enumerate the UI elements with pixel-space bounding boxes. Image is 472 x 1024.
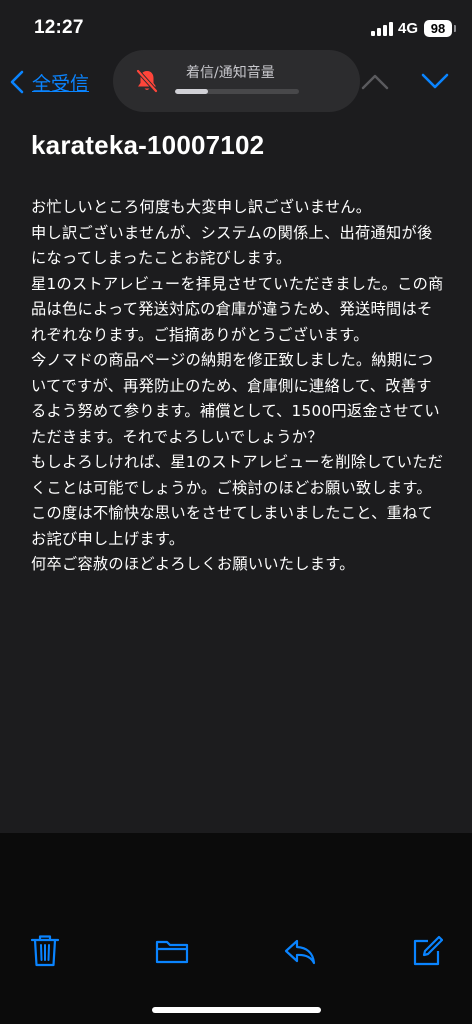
trash-icon <box>30 935 60 967</box>
volume-slider[interactable] <box>175 89 299 94</box>
home-indicator <box>152 1007 321 1013</box>
message-paragraph: 何卒ご容赦のほどよろしくお願いいたします。 <box>31 555 355 573</box>
back-button[interactable]: 全受信 <box>10 66 89 98</box>
status-time: 12:27 <box>34 17 84 38</box>
chevron-left-icon <box>10 70 24 94</box>
bottom-toolbar-area <box>0 833 472 1024</box>
folder-icon <box>155 940 189 964</box>
chevron-up-icon <box>361 74 389 90</box>
compose-button[interactable] <box>411 933 444 969</box>
message-body: お忙しいところ何度も大変申し訳ございません。 申し訳ございませんが、システムの関… <box>31 195 445 578</box>
reply-icon <box>284 939 316 965</box>
compose-icon <box>413 935 444 966</box>
previous-message-button[interactable] <box>360 70 390 96</box>
back-button-label: 全受信 <box>32 72 90 95</box>
reply-button[interactable] <box>283 933 317 969</box>
bell-muted-icon <box>136 69 158 93</box>
message-paragraph: この度は不愉快な思いをさせてしまいましたこと、重ねてお詫び申し上げます。 <box>31 504 434 548</box>
volume-level-fill <box>175 89 209 94</box>
volume-hud: 着信/通知音量 <box>113 50 360 112</box>
move-to-folder-button[interactable] <box>154 933 190 969</box>
message-paragraph: 星1のストアレビューを拝見させていただきました。この商品は色によって発送対応の倉… <box>31 274 444 344</box>
battery-level: 98 <box>430 21 446 36</box>
next-message-button[interactable] <box>420 70 450 96</box>
message-paragraph: もしよろしければ、星1のストアレビューを削除していただくことは可能でしょうか。ご… <box>31 453 444 497</box>
volume-label: 着信/通知音量 <box>186 65 275 81</box>
message-toolbar <box>0 933 472 973</box>
status-bar: 12:27 4G 98 <box>0 0 472 56</box>
delete-button[interactable] <box>29 933 61 969</box>
cellular-signal-icon <box>371 22 393 36</box>
network-type: 4G <box>398 20 419 37</box>
message-sender: karateka-10007102 <box>31 130 265 160</box>
battery-icon: 98 <box>424 20 456 37</box>
message-paragraph: お忙しいところ何度も大変申し訳ございません。 <box>31 198 372 216</box>
message-paragraph: 申し訳ございませんが、システムの関係上、出荷通知が後になってしまったことお詫びし… <box>31 223 433 268</box>
message-paragraph: 今ノマドの商品ページの納期を修正致しました。納期についてですが、再発防止のため、… <box>31 351 440 446</box>
chevron-down-icon <box>421 73 449 89</box>
